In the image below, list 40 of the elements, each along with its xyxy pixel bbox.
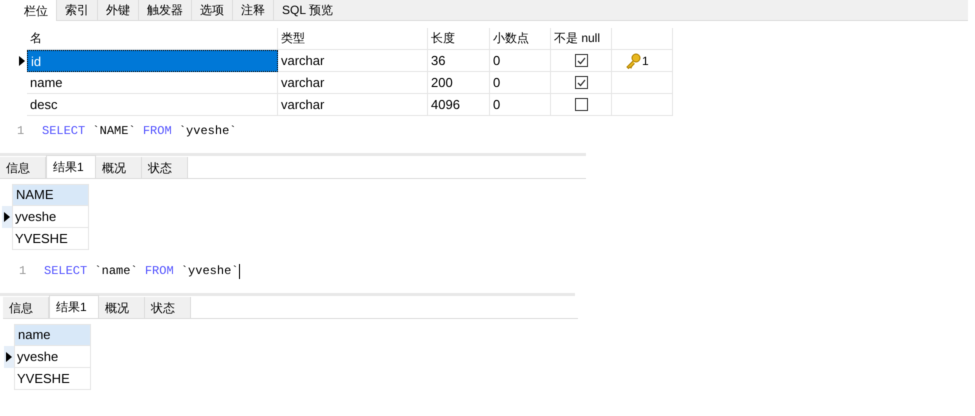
tab[interactable]: 状态 bbox=[145, 297, 191, 318]
tab[interactable]: 状态 bbox=[142, 157, 188, 178]
table-cell: yveshe bbox=[14, 346, 91, 368]
key-icon bbox=[625, 52, 641, 68]
table-cell: 200 bbox=[428, 72, 490, 94]
tab[interactable]: 结果1 bbox=[46, 155, 96, 178]
table-cell: id bbox=[27, 50, 278, 72]
column-header: NAME bbox=[12, 184, 89, 206]
tab[interactable]: 栏位 bbox=[16, 0, 56, 21]
checkbox[interactable] bbox=[574, 98, 588, 111]
table-cell: 0 bbox=[490, 50, 551, 72]
table-cell: yveshe bbox=[12, 206, 89, 228]
table-cell: 36 bbox=[428, 50, 490, 72]
checkbox[interactable] bbox=[574, 76, 588, 89]
column-header: 长度 bbox=[428, 28, 490, 50]
column-header: 不是 null bbox=[551, 28, 612, 50]
table-cell: varchar bbox=[278, 50, 428, 72]
checkbox[interactable] bbox=[574, 54, 588, 67]
line-number: 1 bbox=[17, 123, 26, 140]
tab[interactable]: 概况 bbox=[99, 297, 145, 318]
tab[interactable]: 信息 bbox=[3, 297, 49, 318]
table-cell: desc bbox=[27, 94, 278, 116]
table-cell: varchar bbox=[278, 94, 428, 116]
column-header: name bbox=[14, 324, 91, 346]
column-header: 小数点 bbox=[490, 28, 551, 50]
table-cell: 0 bbox=[490, 72, 551, 94]
table-cell: 4096 bbox=[428, 94, 490, 116]
table-cell: YVESHE bbox=[14, 368, 91, 390]
table-cell: varchar bbox=[278, 72, 428, 94]
sql-code[interactable]: SELECT `name` FROM `yveshe` bbox=[44, 262, 238, 280]
tab[interactable]: 概况 bbox=[96, 157, 142, 178]
column-header: 类型 bbox=[278, 28, 428, 50]
table-cell: YVESHE bbox=[12, 228, 89, 250]
tab[interactable]: 信息 bbox=[0, 157, 46, 178]
key-order: 1 bbox=[642, 52, 649, 70]
table-cell: 0 bbox=[490, 94, 551, 116]
table-cell: name bbox=[27, 72, 278, 94]
line-number: 1 bbox=[19, 263, 28, 280]
tab[interactable]: 结果1 bbox=[49, 295, 99, 318]
sql-code[interactable]: SELECT `NAME` FROM `yveshe` bbox=[42, 122, 236, 140]
